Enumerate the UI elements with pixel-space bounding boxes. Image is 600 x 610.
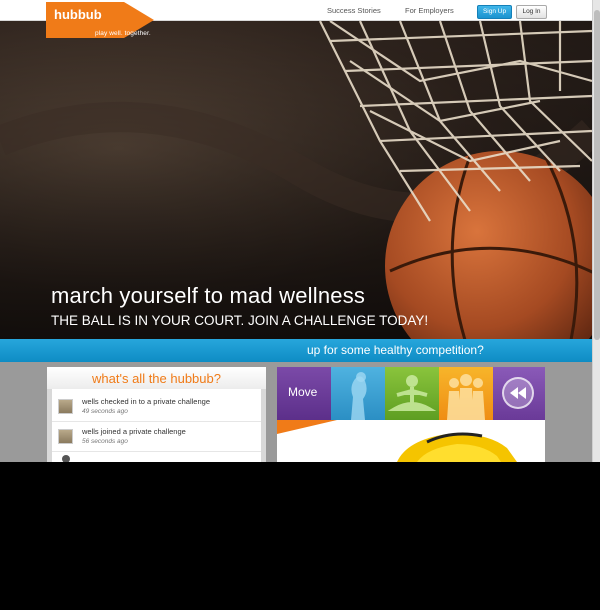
- tab-rewind[interactable]: [493, 367, 545, 420]
- activity-title: what's all the hubbub?: [92, 371, 221, 386]
- category-tabs: Move: [277, 367, 545, 420]
- shoe-image: [397, 432, 517, 462]
- avatar[interactable]: [58, 399, 73, 414]
- activity-header: what's all the hubbub?: [47, 367, 266, 389]
- activity-panel: what's all the hubbub? wells checked in …: [47, 367, 266, 462]
- hero-title: march yourself to mad wellness: [51, 283, 366, 308]
- meditation-icon: [387, 375, 437, 411]
- tab-runner[interactable]: [331, 367, 385, 420]
- activity-time: 49 seconds ago: [82, 408, 128, 415]
- list-item: wells checked in to a private challenge …: [52, 392, 261, 422]
- rewind-icon[interactable]: [502, 377, 534, 409]
- tab-move-label: Move: [288, 385, 318, 399]
- group-icon: [447, 374, 485, 420]
- hero-subtitle[interactable]: THE BALL IS IN YOUR COURT. JOIN A CHALLE…: [51, 313, 428, 328]
- tab-meditation[interactable]: [385, 367, 439, 420]
- log-in-button[interactable]: Log In: [516, 5, 547, 19]
- nav-success-stories[interactable]: Success Stories: [327, 6, 381, 15]
- scrollbar[interactable]: [592, 0, 600, 462]
- nav-for-employers[interactable]: For Employers: [405, 6, 454, 15]
- list-item: wells joined a private challenge 56 seco…: [52, 422, 261, 452]
- hero-banner: march yourself to mad wellness THE BALL …: [0, 21, 592, 339]
- avatar[interactable]: [58, 429, 73, 444]
- sign-up-button[interactable]: Sign Up: [477, 5, 512, 19]
- runner-icon: [351, 372, 367, 420]
- logo-wordmark: hubbub: [54, 7, 102, 22]
- tab-move[interactable]: Move: [277, 367, 331, 420]
- logo-tagline: play well. together.: [95, 30, 151, 37]
- page: Success Stories For Employers Sign Up Lo…: [0, 0, 600, 462]
- competition-text: up for some healthy competition?: [307, 343, 484, 357]
- activity-feed: wells checked in to a private challenge …: [52, 389, 261, 462]
- activity-time: 56 seconds ago: [82, 438, 128, 445]
- activity-text: wells checked in to a private challenge: [82, 397, 210, 406]
- activity-text: wells joined a private challenge: [82, 427, 186, 436]
- avatar: [62, 455, 70, 462]
- promo-image[interactable]: [277, 420, 545, 462]
- competition-banner[interactable]: up for some healthy competition?: [0, 339, 592, 362]
- scrollbar-thumb[interactable]: [594, 10, 600, 340]
- blank-area: [0, 462, 600, 610]
- tab-group[interactable]: [439, 367, 493, 420]
